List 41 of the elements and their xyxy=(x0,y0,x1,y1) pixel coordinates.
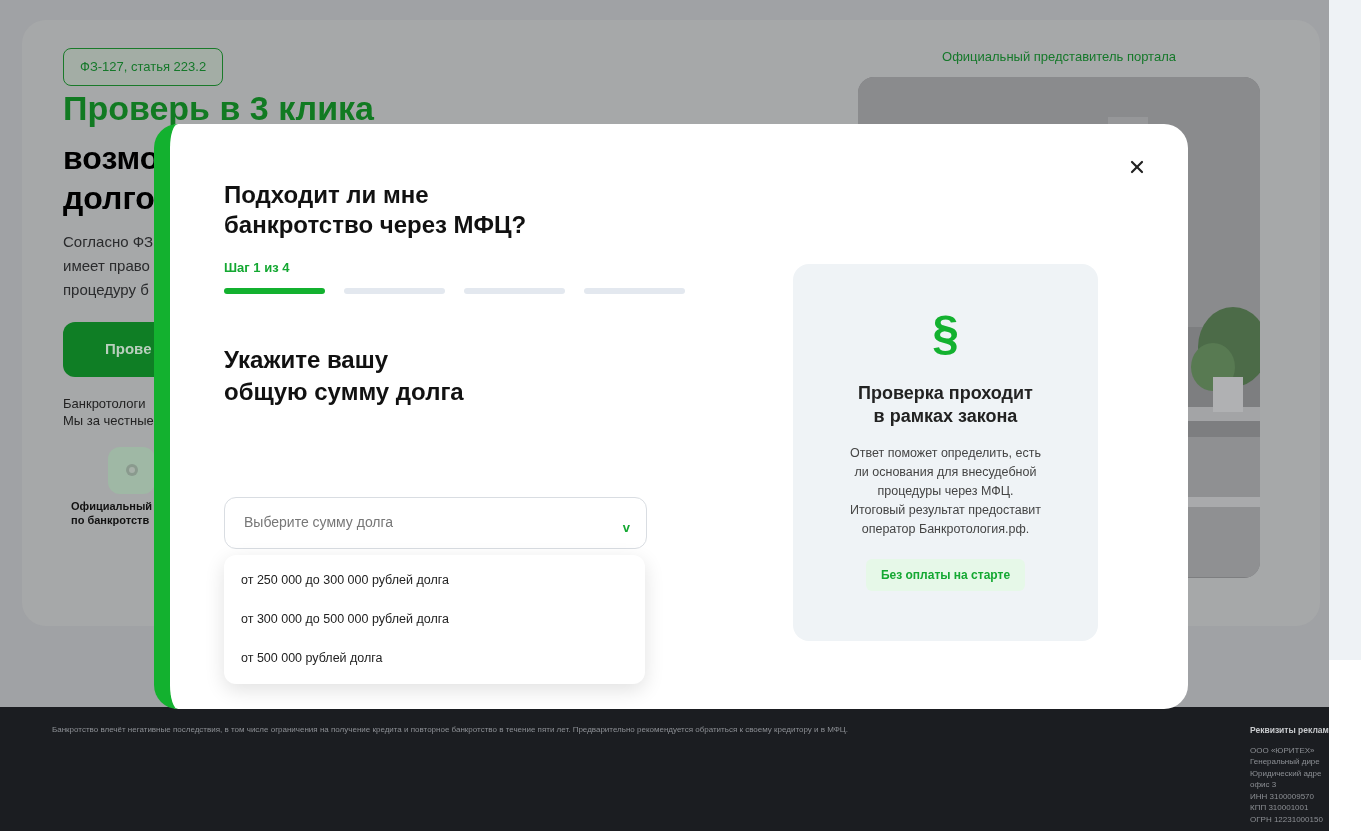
requisites-line: ООО «ЮРИТЕХ» xyxy=(1250,744,1316,757)
info-text: оператор Банкротология.рф. xyxy=(861,521,1030,538)
law-badge: ФЗ-127, статья 223.2 xyxy=(63,48,224,86)
requisites-line: ОГРН 12231000150 xyxy=(1250,813,1324,826)
feature-caption: по банкротств xyxy=(71,512,150,527)
question-title: общую сумму долга xyxy=(224,376,464,407)
select-placeholder: Выберите сумму долга xyxy=(244,513,395,532)
info-text: Ответ поможет определить, есть xyxy=(850,445,1041,462)
hero-description: процедуру б xyxy=(63,279,149,300)
dropdown-option[interactable]: от 250 000 до 300 000 рублей долга xyxy=(224,560,645,600)
emblem-icon xyxy=(124,463,139,477)
footer-disclaimer: Банкротство влечёт негативные последствия, в том числе ограничения на получение кредита и повторное банкротство в течение пяти лет. Предварительно рекомендуется обратиться к своему кредитору и в МФЦ. xyxy=(52,724,849,736)
step-label: Шаг 1 из 4 xyxy=(224,259,290,277)
representative-label: Официальный представитель портала xyxy=(942,48,1176,66)
hero-note: Мы за честные xyxy=(63,411,154,429)
info-badge: Без оплаты на старте xyxy=(865,559,1026,591)
amount-select[interactable]: Выберите сумму долга v xyxy=(224,496,647,549)
requisites-line: Юридический адре xyxy=(1250,767,1323,780)
question-title: Укажите вашу xyxy=(224,344,389,375)
chevron-icon: v xyxy=(622,517,630,538)
feature-caption: Официальный xyxy=(71,498,153,513)
hero-note: Банкротологи xyxy=(63,394,146,412)
info-title: в рамках закона xyxy=(873,405,1018,428)
info-title: Проверка проходит xyxy=(858,382,1033,405)
hero-description: Согласно ФЗ xyxy=(63,231,154,252)
info-text: ли основания для внесудебной xyxy=(854,464,1037,481)
modal-title: банкротство через МФЦ? xyxy=(224,210,527,240)
info-text: процедуры через МФЦ. xyxy=(877,483,1014,500)
modal-title: Подходит ли мне xyxy=(224,180,429,210)
requisites-line: Генеральный дире xyxy=(1250,756,1321,768)
section-sign: § xyxy=(932,308,959,358)
requisites-line: офис 3 xyxy=(1250,779,1278,791)
requisites-line: ИНН 3100009570 xyxy=(1250,790,1316,803)
info-text: Итоговый результат предоставит xyxy=(849,502,1042,519)
requisites-title: Реквизиты реклам xyxy=(1250,724,1329,737)
hero-title: долго xyxy=(63,178,155,218)
hero-description: имеет право xyxy=(63,255,150,276)
requisites-line: КПП 310001001 xyxy=(1250,802,1310,814)
hero-title-accent: Проверь в 3 клика xyxy=(63,89,374,126)
dropdown-option[interactable]: от 500 000 рублей долга xyxy=(224,638,645,678)
dropdown-option[interactable]: от 300 000 до 500 000 рублей долга xyxy=(224,599,645,639)
